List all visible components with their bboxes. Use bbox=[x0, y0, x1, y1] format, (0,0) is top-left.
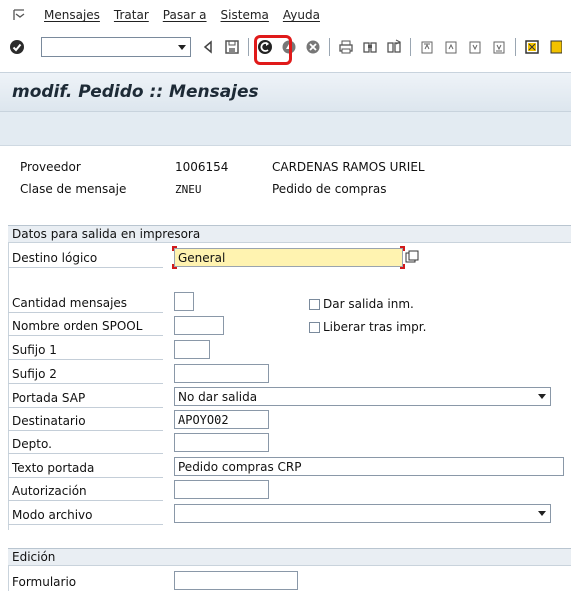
shortcut-icon[interactable] bbox=[547, 38, 565, 56]
proveedor-name: CARDENAS RAMOS URIEL bbox=[272, 160, 425, 174]
dropdown-icon[interactable] bbox=[538, 394, 546, 399]
title-bar: modif. Pedido :: Mensajes bbox=[0, 72, 571, 112]
dar-salida-checkbox[interactable]: Dar salida inm. bbox=[309, 297, 414, 311]
destinatario-label: Destinatario bbox=[8, 411, 163, 431]
last-page-icon[interactable] bbox=[490, 38, 508, 56]
destino-logico-input[interactable]: General bbox=[174, 248, 403, 267]
nombre-spool-input[interactable] bbox=[174, 316, 224, 335]
liberar-checkbox[interactable]: Liberar tras impr. bbox=[309, 320, 426, 334]
cantidad-mensajes-input[interactable] bbox=[174, 292, 194, 311]
find-next-icon[interactable] bbox=[385, 38, 403, 56]
next-page-icon[interactable] bbox=[466, 38, 484, 56]
destinatario-value: APOYO02 bbox=[178, 412, 229, 427]
previous-page-icon[interactable] bbox=[442, 38, 460, 56]
texto-portada-label: Texto portada bbox=[8, 458, 163, 478]
dar-salida-box[interactable] bbox=[309, 298, 320, 310]
section-print-title: Datos para salida en impresora bbox=[12, 227, 201, 241]
autorizacion-label: Autorización bbox=[8, 481, 163, 501]
depto-label: Depto. bbox=[8, 434, 163, 454]
portada-sap-select[interactable]: No dar salida bbox=[174, 387, 551, 406]
destinatario-input[interactable]: APOYO02 bbox=[174, 410, 269, 429]
sufijo-1-input[interactable] bbox=[174, 340, 210, 359]
autorizacion-input[interactable] bbox=[174, 480, 269, 499]
toolbar-separator bbox=[248, 38, 249, 56]
sufijo-2-input[interactable] bbox=[174, 364, 269, 383]
back-button-highlight bbox=[254, 35, 292, 65]
menu-tratar[interactable]: Tratar bbox=[114, 8, 149, 22]
proveedor-label: Proveedor bbox=[20, 160, 81, 174]
first-page-icon[interactable] bbox=[418, 38, 436, 56]
menu-expand-icon[interactable] bbox=[8, 6, 30, 24]
destino-logico-label: Destino lógico bbox=[8, 248, 163, 268]
liberar-box[interactable] bbox=[309, 321, 320, 333]
toolbar-separator bbox=[515, 38, 516, 56]
application-toolbar bbox=[0, 112, 571, 146]
liberar-label: Liberar tras impr. bbox=[323, 320, 427, 334]
print-icon[interactable] bbox=[337, 38, 355, 56]
section-edicion-title: Edición bbox=[12, 550, 56, 564]
new-session-icon[interactable] bbox=[523, 38, 541, 56]
sufijo-1-label: Sufijo 1 bbox=[8, 340, 163, 360]
menu-ayuda[interactable]: Ayuda bbox=[283, 8, 320, 22]
back-arrow-icon[interactable] bbox=[199, 38, 217, 56]
menu-sistema[interactable]: Sistema bbox=[221, 8, 269, 22]
toolbar-separator bbox=[329, 38, 330, 56]
enter-icon[interactable] bbox=[8, 38, 26, 56]
clase-mensaje-desc: Pedido de compras bbox=[272, 182, 387, 196]
modo-archivo-select[interactable] bbox=[174, 504, 551, 523]
menu-pasar-a[interactable]: Pasar a bbox=[163, 8, 207, 22]
focus-corner bbox=[172, 264, 177, 269]
clase-mensaje-label: Clase de mensaje bbox=[20, 182, 127, 196]
section-edicion-header: Edición bbox=[8, 548, 571, 566]
focus-corner bbox=[172, 246, 177, 251]
menu-mensajes[interactable]: Mensajes bbox=[44, 8, 100, 22]
texto-portada-input[interactable]: Pedido compras CRP bbox=[174, 457, 564, 476]
formulario-label: Formulario bbox=[8, 572, 163, 591]
dar-salida-label: Dar salida inm. bbox=[323, 297, 414, 311]
menu-bar: Mensajes Tratar Pasar a Sistema Ayuda bbox=[0, 0, 571, 30]
portada-sap-value: No dar salida bbox=[178, 389, 258, 404]
header-info: Proveedor 1006154 CARDENAS RAMOS URIEL C… bbox=[8, 146, 571, 208]
section-print-header: Datos para salida en impresora bbox=[8, 225, 571, 243]
find-icon[interactable] bbox=[361, 38, 379, 56]
depto-input[interactable] bbox=[174, 433, 269, 452]
proveedor-code: 1006154 bbox=[175, 160, 229, 174]
sufijo-2-label: Sufijo 2 bbox=[8, 364, 163, 384]
formulario-input[interactable] bbox=[174, 571, 298, 590]
page-title: modif. Pedido :: Mensajes bbox=[12, 82, 259, 102]
toolbar-separator bbox=[410, 38, 411, 56]
value-help-icon[interactable] bbox=[403, 248, 421, 266]
texto-portada-value: Pedido compras CRP bbox=[178, 459, 302, 474]
dropdown-icon[interactable] bbox=[174, 38, 190, 56]
modo-archivo-label: Modo archivo bbox=[8, 505, 163, 525]
portada-sap-label: Portada SAP bbox=[8, 388, 163, 408]
command-field[interactable] bbox=[41, 37, 191, 57]
dropdown-icon[interactable] bbox=[538, 511, 546, 516]
clase-mensaje-code: ZNEU bbox=[175, 183, 202, 196]
nombre-spool-label: Nombre orden SPOOL bbox=[8, 316, 163, 336]
cancel-icon[interactable] bbox=[304, 38, 322, 56]
save-icon[interactable] bbox=[223, 38, 241, 56]
destino-logico-value: General bbox=[178, 250, 226, 265]
cantidad-mensajes-label: Cantidad mensajes bbox=[8, 293, 163, 313]
